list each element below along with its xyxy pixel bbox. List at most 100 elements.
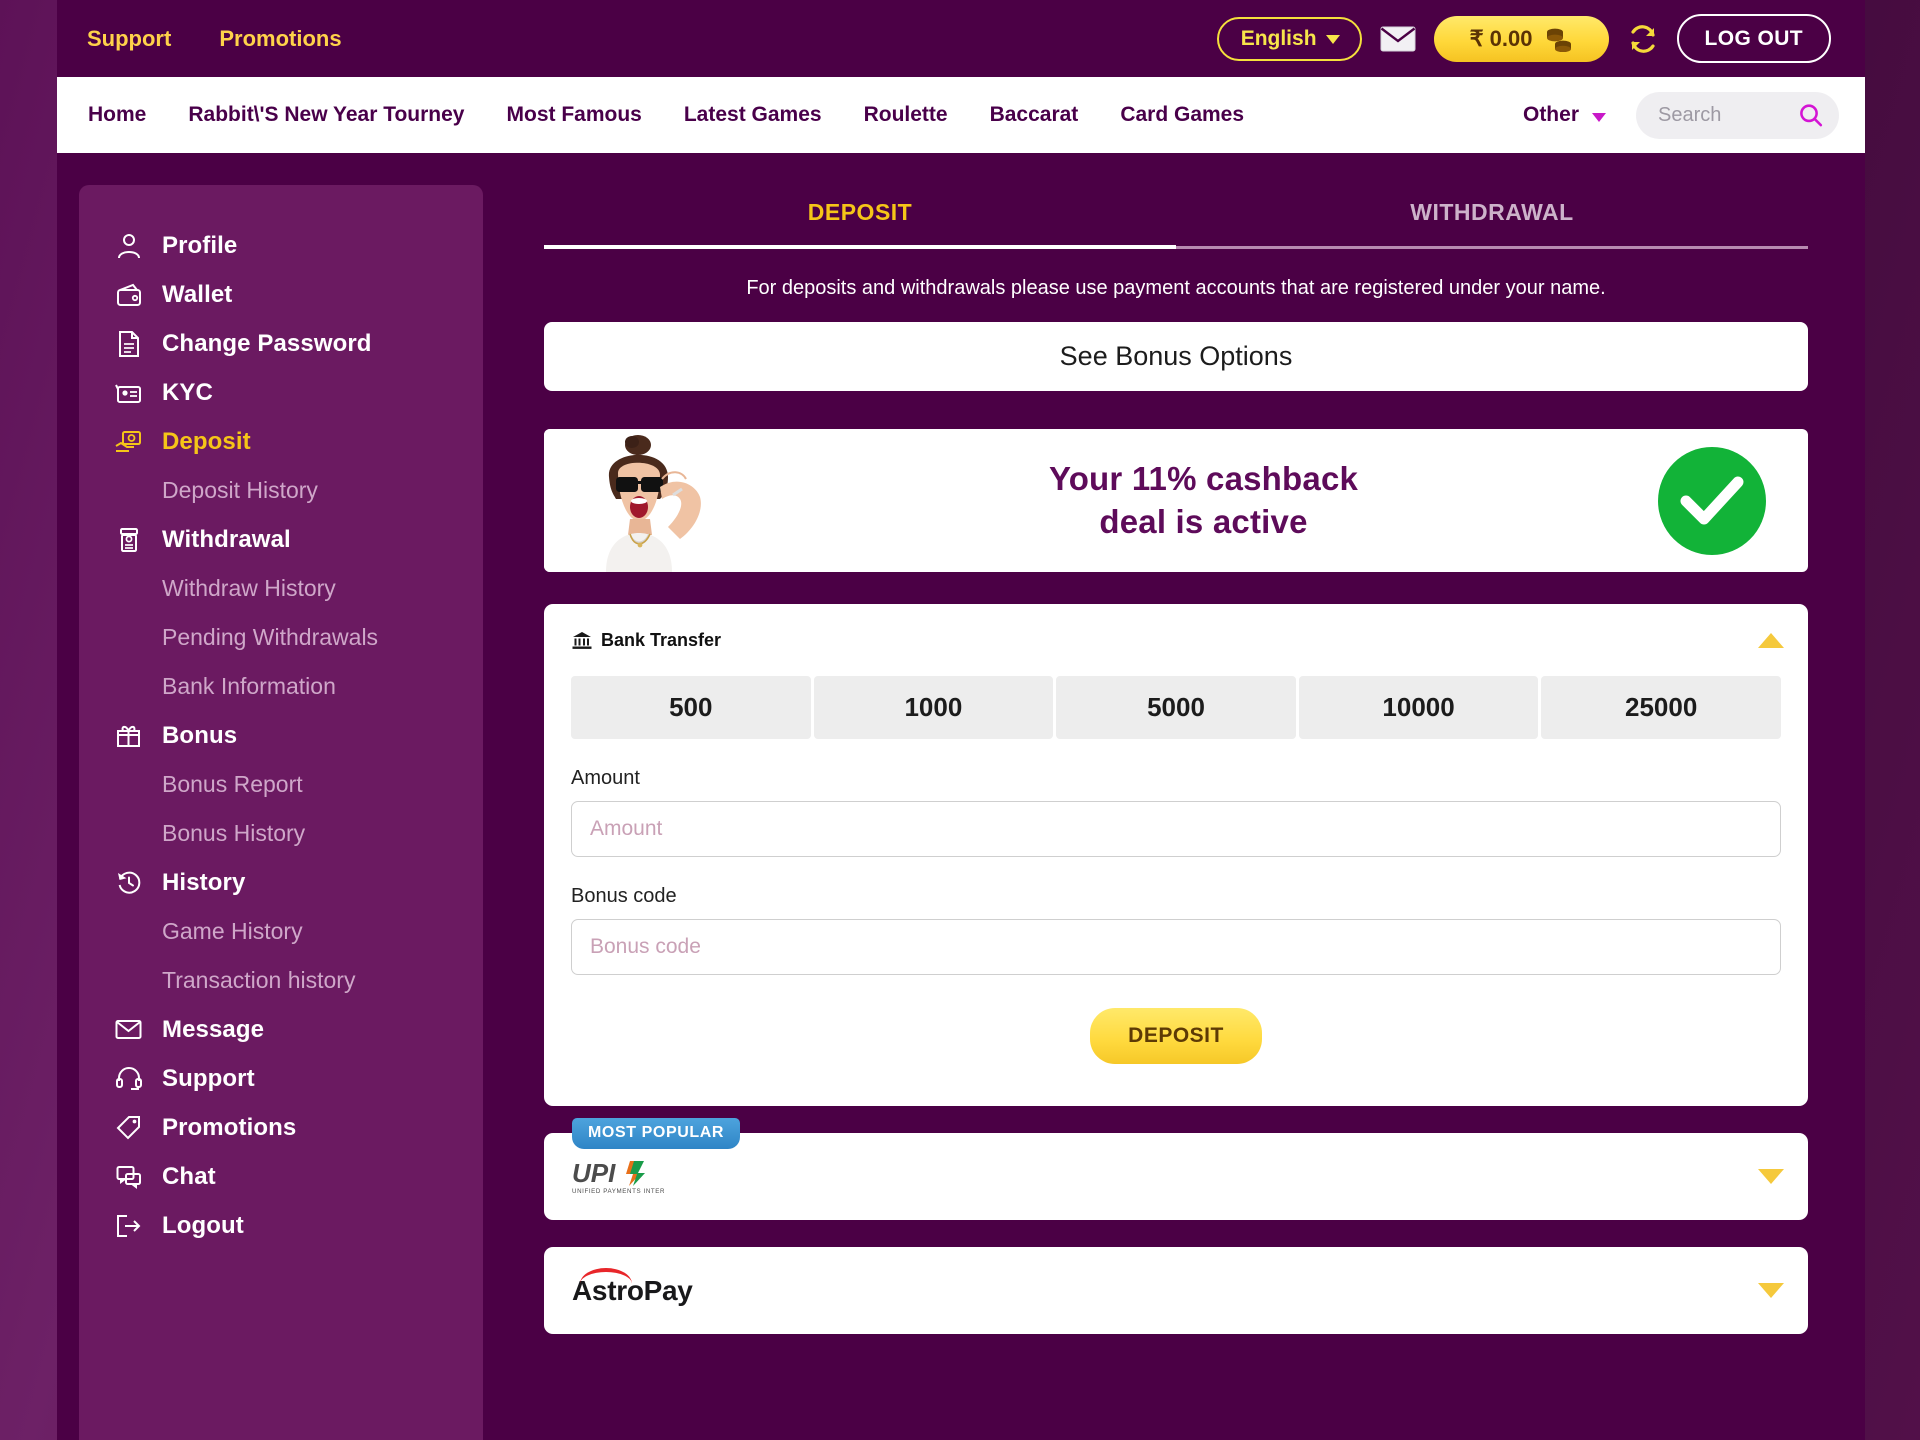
sidebar-item-wallet[interactable]: Wallet (79, 270, 483, 319)
search-icon (1799, 104, 1822, 127)
amount-chip-500[interactable]: 500 (571, 676, 811, 739)
sidebar-item-withdraw-history[interactable]: Withdraw History (79, 564, 483, 613)
topbar-link-support[interactable]: Support (87, 26, 171, 52)
astropay-header[interactable]: AstroPay (544, 1247, 1808, 1334)
payment-notice: For deposits and withdrawals please use … (746, 277, 1606, 299)
id-card-icon (115, 379, 142, 406)
sidebar-item-history[interactable]: History (79, 858, 483, 907)
promo-photo (544, 429, 749, 572)
sidebar-item-logout[interactable]: Logout (79, 1201, 483, 1250)
document-icon (115, 330, 142, 357)
astropay-logo: AstroPay (572, 1267, 693, 1307)
bank-transfer-title: Bank Transfer (601, 629, 722, 650)
nav-item-most-famous[interactable]: Most Famous (507, 103, 642, 127)
clock-history-icon (115, 869, 142, 896)
sidebar-item-label: Message (162, 1015, 265, 1043)
sidebar-item-bonus[interactable]: Bonus (79, 711, 483, 760)
triangle-down-icon[interactable] (1758, 1169, 1784, 1184)
balance-amount: ₹ 0.00 (1469, 25, 1533, 51)
top-bar: Support Promotions English ₹ 0.00 LOG OU… (57, 0, 1865, 77)
coins-icon (1546, 28, 1571, 52)
sidebar-item-change-password[interactable]: Change Password (79, 319, 483, 368)
sidebar-item-label: Logout (162, 1211, 244, 1239)
top-bar-links: Support Promotions (87, 26, 342, 52)
chat-icon (115, 1163, 142, 1190)
sidebar-item-chat[interactable]: Chat (79, 1152, 483, 1201)
sidebar-item-transaction-history[interactable]: Transaction history (79, 956, 483, 1005)
sidebar-item-label: Bonus (162, 721, 238, 749)
svg-text:UNIFIED PAYMENTS INTERFACE: UNIFIED PAYMENTS INTERFACE (572, 1188, 664, 1195)
bank-transfer-title-group: Bank Transfer (572, 630, 721, 651)
upi-card: MOST POPULAR UPI UNIFIED PAYMENTS INTERF… (544, 1118, 1808, 1220)
amount-chip-10000[interactable]: 10000 (1298, 676, 1539, 739)
balance-display[interactable]: ₹ 0.00 (1433, 15, 1609, 62)
sidebar: Profile Wallet Change Password KYC Depos… (79, 185, 483, 1440)
language-selector[interactable]: English (1216, 16, 1362, 61)
sidebar-item-game-history[interactable]: Game History (79, 907, 483, 956)
sidebar-item-withdrawal[interactable]: Withdrawal (79, 515, 483, 564)
nav-item-tourney[interactable]: Rabbit\'S New Year Tourney (188, 103, 464, 127)
most-popular-badge: MOST POPULAR (572, 1118, 741, 1149)
nav-item-roulette[interactable]: Roulette (864, 103, 948, 127)
logout-icon (115, 1212, 142, 1239)
nav-item-home[interactable]: Home (88, 103, 146, 127)
tab-withdrawal[interactable]: WITHDRAWAL (1176, 185, 1808, 246)
sidebar-item-bank-information[interactable]: Bank Information (79, 662, 483, 711)
amount-label: Amount (571, 767, 640, 789)
sidebar-item-label: Change Password (162, 329, 372, 357)
bonus-code-field-group: Bonus code (544, 857, 1808, 975)
sidebar-item-label: Wallet (162, 280, 233, 308)
sidebar-item-deposit-history[interactable]: Deposit History (79, 466, 483, 515)
refresh-icon[interactable] (1627, 23, 1659, 55)
wallet-icon (115, 281, 142, 308)
nav-item-other[interactable]: Other (1523, 103, 1606, 127)
tab-deposit[interactable]: DEPOSIT (544, 185, 1176, 246)
amount-field-group: Amount (544, 739, 1808, 857)
sidebar-item-pending-withdrawals[interactable]: Pending Withdrawals (79, 613, 483, 662)
page-root: Support Promotions English ₹ 0.00 LOG OU… (57, 0, 1865, 1440)
sidebar-item-deposit[interactable]: Deposit (79, 417, 483, 466)
sidebar-item-label: Deposit (162, 427, 251, 455)
amount-chip-25000[interactable]: 25000 (1541, 676, 1781, 739)
page-body: Profile Wallet Change Password KYC Depos… (57, 153, 1865, 1440)
amount-input[interactable] (571, 801, 1781, 857)
sidebar-item-profile[interactable]: Profile (79, 221, 483, 270)
sidebar-item-kyc[interactable]: KYC (79, 368, 483, 417)
bonus-code-label: Bonus code (571, 885, 677, 907)
sidebar-item-message[interactable]: Message (79, 1005, 483, 1054)
money-hand-icon (115, 428, 142, 455)
sidebar-item-bonus-history[interactable]: Bonus History (79, 809, 483, 858)
sidebar-item-label: Chat (162, 1162, 216, 1190)
sidebar-item-support[interactable]: Support (79, 1054, 483, 1103)
nav-item-baccarat[interactable]: Baccarat (990, 103, 1079, 127)
bonus-code-input[interactable] (571, 919, 1781, 975)
topbar-link-promotions[interactable]: Promotions (219, 26, 341, 52)
search-input[interactable] (1658, 103, 1798, 127)
envelope-icon (115, 1016, 142, 1043)
bank-transfer-header[interactable]: Bank Transfer (544, 604, 1808, 676)
sidebar-item-bonus-report[interactable]: Bonus Report (79, 760, 483, 809)
language-label: English (1240, 26, 1317, 50)
sidebar-item-label: Withdrawal (162, 525, 291, 553)
sidebar-item-label: Promotions (162, 1113, 297, 1141)
bank-icon (572, 631, 592, 649)
tag-icon (115, 1114, 142, 1141)
deposit-submit-button[interactable]: DEPOSIT (1090, 1008, 1262, 1064)
triangle-up-icon[interactable] (1758, 632, 1784, 648)
nav-item-latest-games[interactable]: Latest Games (684, 103, 822, 127)
sidebar-item-promotions[interactable]: Promotions (79, 1103, 483, 1152)
nav-item-card-games[interactable]: Card Games (1120, 103, 1244, 127)
svg-text:UPI: UPI (572, 1158, 616, 1188)
sidebar-item-label: History (162, 868, 246, 896)
logout-button[interactable]: LOG OUT (1676, 14, 1831, 63)
amount-chip-5000[interactable]: 5000 (1056, 676, 1296, 739)
search-box[interactable] (1636, 91, 1839, 139)
bank-transfer-card: Bank Transfer 500 1000 5000 10000 25000 … (544, 604, 1808, 1106)
atm-icon (115, 526, 142, 553)
main-navigation: Home Rabbit\'S New Year Tourney Most Fam… (57, 77, 1865, 153)
see-bonus-options-button[interactable]: See Bonus Options (544, 322, 1808, 391)
chevron-down-icon (1592, 112, 1606, 122)
amount-chip-1000[interactable]: 1000 (813, 676, 1054, 739)
mail-icon[interactable] (1380, 25, 1416, 53)
triangle-down-icon[interactable] (1758, 1283, 1784, 1298)
